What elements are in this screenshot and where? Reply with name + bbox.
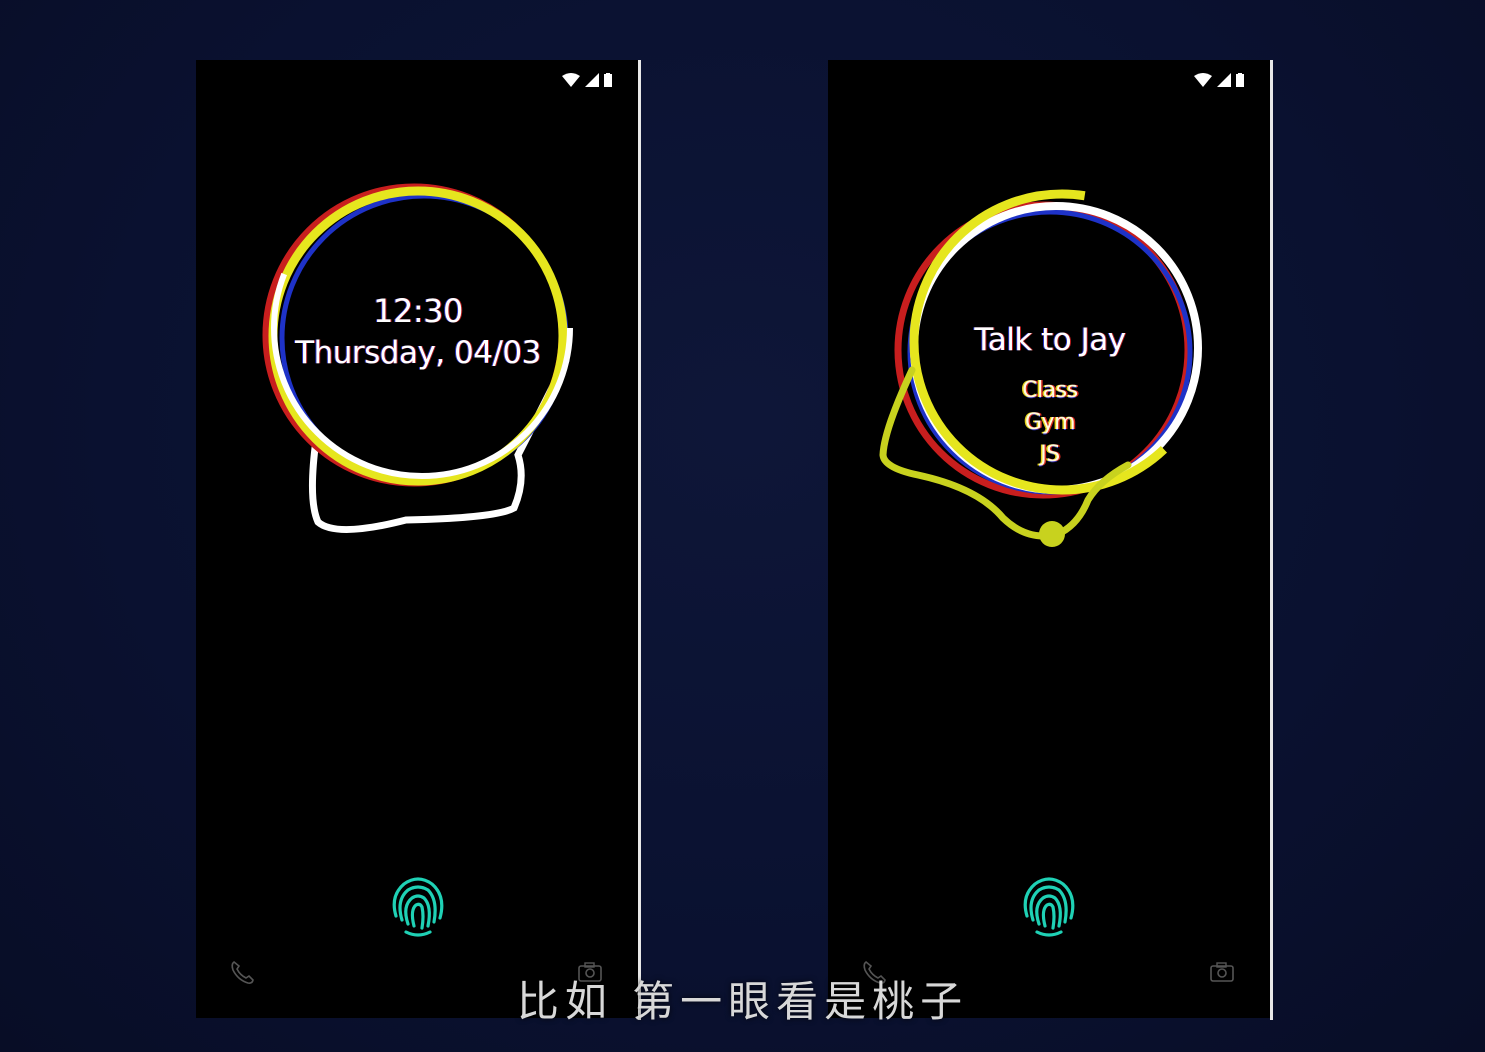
fingerprint-icon[interactable] xyxy=(382,868,454,940)
task-list: Class Gym JS xyxy=(828,375,1272,471)
phone-screen-right: Talk to Jay Class Gym JS xyxy=(828,60,1272,1018)
fingerprint-icon[interactable] xyxy=(1013,868,1085,940)
ambient-date: Thursday, 04/03 xyxy=(295,335,541,371)
phone-screen-left: 12:30 Thursday, 04/03 xyxy=(196,60,640,1018)
ambient-ring-tasks xyxy=(879,189,1215,547)
ambient-title: Talk to Jay xyxy=(974,322,1126,358)
video-frame: 12:30 Thursday, 04/03 Talk to Jay Class … xyxy=(0,0,1485,1052)
phone-edge-left xyxy=(638,60,641,1020)
phone-edge-right xyxy=(1270,60,1273,1020)
list-item[interactable]: Class xyxy=(828,375,1272,407)
ring-tail-white xyxy=(308,356,570,533)
ring-tail-knob xyxy=(1039,521,1065,547)
list-item[interactable]: Gym xyxy=(828,407,1272,439)
list-item[interactable]: JS xyxy=(828,439,1272,471)
ambient-time: 12:30 xyxy=(373,292,463,330)
video-subtitle: 比如 第一眼看是桃子 xyxy=(516,977,969,1026)
